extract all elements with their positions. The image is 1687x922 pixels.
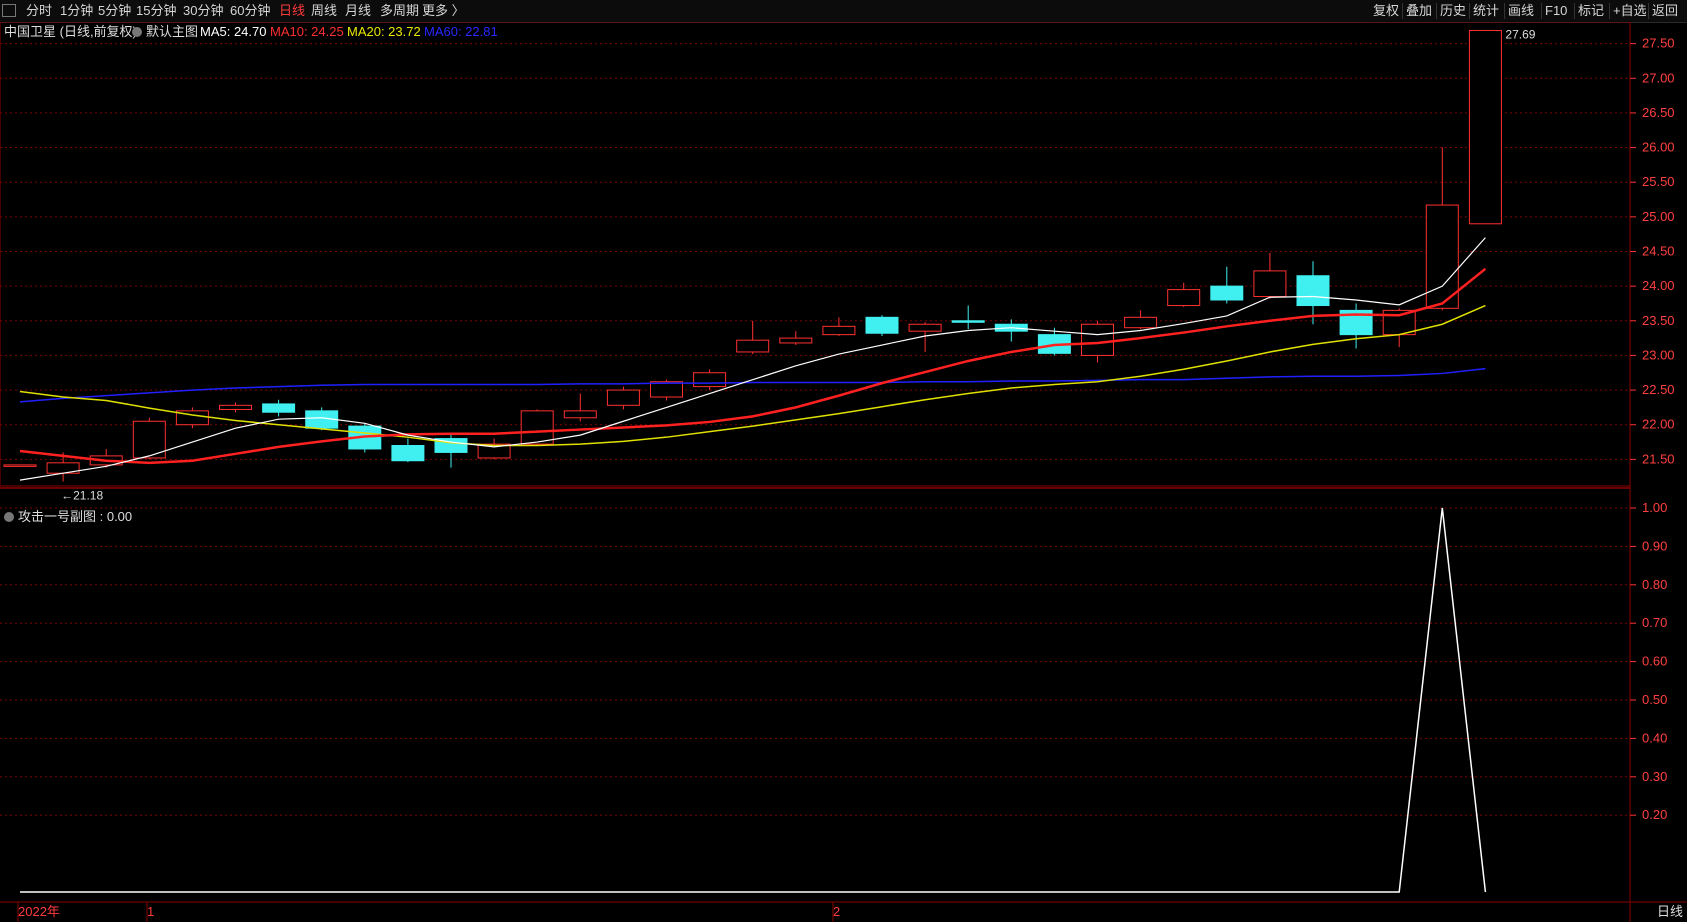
candle-body [951, 320, 985, 323]
period-tab-8[interactable]: 月线 [345, 3, 371, 19]
toolbar-separator [1541, 3, 1542, 19]
candle-body [606, 389, 640, 406]
period-tag[interactable]: 日线 [1657, 904, 1683, 920]
low-price-marker: ←21.18 [61, 489, 103, 503]
y-tick-label: 27.50 [1642, 36, 1675, 51]
period-tab-2[interactable]: 5分钟 [98, 3, 131, 19]
toolbar-separator [1436, 3, 1437, 19]
y-tick-label: 23.00 [1642, 347, 1675, 362]
candle-body [822, 325, 856, 336]
y-tick-label: 23.50 [1642, 313, 1675, 328]
candle-body [563, 410, 597, 419]
toolbar-btn-7[interactable]: +自选 [1613, 3, 1647, 19]
candle-body [736, 339, 770, 353]
kline-chart[interactable]: 27.50 27.00 26.50 26.00 25.50 25.00 24.50 24.00… [0, 22, 1687, 922]
toolbar-separator [1648, 3, 1649, 19]
period-tab-1[interactable]: 1分钟 [60, 3, 93, 19]
period-tab-6[interactable]: 日线 [279, 3, 305, 19]
candle-body [391, 444, 425, 462]
y-tick-label: 22.00 [1642, 417, 1675, 432]
period-tab-5[interactable]: 60分钟 [230, 3, 270, 19]
y-tick-label: 27.00 [1642, 70, 1675, 85]
candle-body [1468, 29, 1502, 225]
period-toolbar: 分时 1分钟 5分钟 15分钟 30分钟 60分钟 日线 周线 月线 多周期 更多 〉 复权 叠加 历史… [0, 0, 1687, 23]
period-tab-0[interactable]: 分时 [26, 3, 52, 19]
y-tick-label: 0.70 [1642, 615, 1667, 630]
candle-body [3, 464, 37, 467]
candle-body [219, 404, 252, 410]
y-tick-label: 25.00 [1642, 209, 1675, 224]
y-tick-label: 26.50 [1642, 105, 1675, 120]
y-tick-label: 0.60 [1642, 654, 1667, 669]
candle-body [908, 323, 942, 332]
y-tick-label: 0.20 [1642, 807, 1667, 822]
y-tick-label: 0.50 [1642, 692, 1667, 707]
toolbar-btn-2[interactable]: 历史 [1440, 3, 1466, 19]
period-tab-9[interactable]: 多周期 [380, 3, 419, 19]
candle-body [865, 316, 899, 334]
toolbar-btn-5[interactable]: F10 [1545, 3, 1567, 19]
toolbar-separator [1402, 3, 1403, 19]
period-tab-4[interactable]: 30分钟 [183, 3, 223, 19]
date-month-1: 1 [147, 904, 155, 919]
candle-body [1167, 289, 1201, 307]
toolbar-btn-0[interactable]: 复权 [1373, 3, 1399, 19]
ticker-icon[interactable] [2, 4, 16, 17]
y-tick-label: 25.50 [1642, 174, 1675, 189]
candle-body [1425, 204, 1459, 309]
toolbar-btn-3[interactable]: 统计 [1473, 3, 1499, 19]
y-tick-label: 0.80 [1642, 577, 1667, 592]
date-month-2: 2 [833, 904, 841, 919]
ma60-line [19, 367, 1486, 403]
toolbar-separator [1574, 3, 1575, 19]
candle-body [779, 337, 813, 344]
candle-body [1296, 275, 1330, 307]
candle-body [693, 372, 727, 388]
toolbar-separator [1504, 3, 1505, 19]
y-tick-label: 0.30 [1642, 769, 1667, 784]
candle-body [1210, 285, 1244, 301]
candle-body [1081, 323, 1114, 356]
y-tick-label: 22.50 [1642, 382, 1675, 397]
candle-body [262, 403, 296, 413]
y-tick-label: 24.00 [1642, 278, 1675, 293]
high-price-marker: 27.69 [1505, 27, 1535, 41]
y-tick-label: 24.50 [1642, 243, 1675, 258]
toolbar-separator [1609, 3, 1610, 19]
y-tick-label: 0.40 [1642, 730, 1667, 745]
date-year-label: 2022年 [18, 904, 60, 919]
ma10-line [19, 267, 1487, 465]
toolbar-separator [1469, 3, 1470, 19]
toolbar-btn-4[interactable]: 画线 [1508, 3, 1534, 19]
candle-body [1253, 270, 1287, 298]
y-tick-label: 0.90 [1642, 538, 1667, 553]
candle-body [1124, 316, 1158, 329]
period-tab-7[interactable]: 周线 [311, 3, 337, 19]
toolbar-btn-8[interactable]: 返回 [1652, 3, 1678, 19]
y-tick-label: 26.00 [1642, 140, 1675, 155]
toolbar-btn-1[interactable]: 叠加 [1406, 3, 1432, 19]
period-tab-3[interactable]: 15分钟 [136, 3, 176, 19]
period-tab-10[interactable]: 更多 〉 [422, 3, 465, 19]
candle-body [520, 410, 554, 445]
y-tick-label: 21.50 [1642, 451, 1675, 466]
toolbar-btn-6[interactable]: 标记 [1578, 3, 1604, 19]
y-tick-label: 1.00 [1642, 500, 1667, 515]
